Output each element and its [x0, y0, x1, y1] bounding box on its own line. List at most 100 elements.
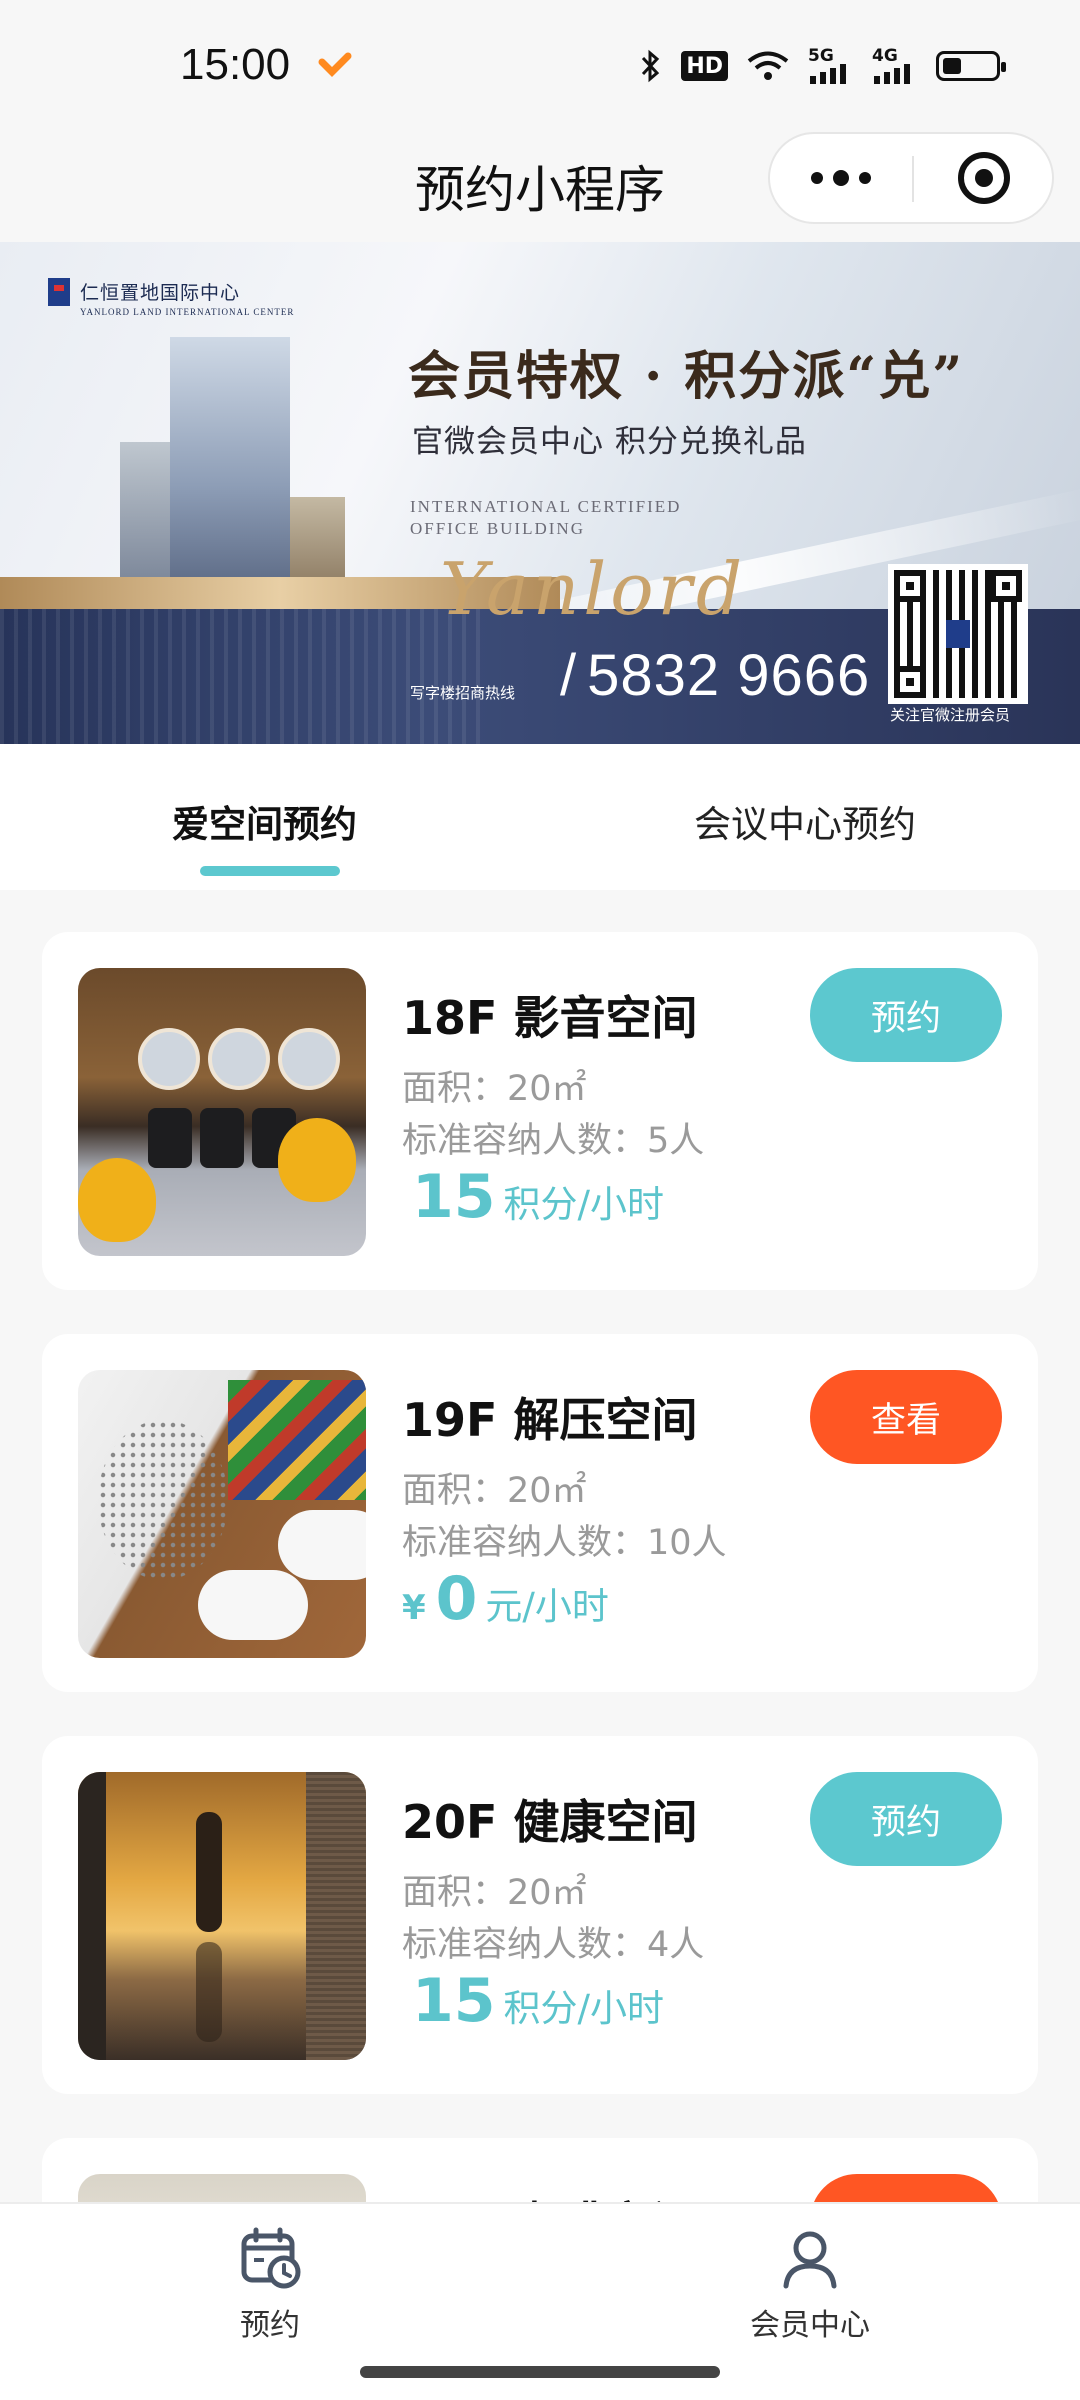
home-indicator[interactable]: [360, 2366, 720, 2378]
view-button[interactable]: [810, 2174, 1002, 2202]
photo-frame-edge: [78, 1772, 106, 2060]
console-grille: [98, 1420, 228, 1580]
4g-label: 4G: [872, 46, 898, 66]
reserve-button[interactable]: 预约: [810, 1772, 1002, 1866]
qr-corner: [894, 666, 926, 698]
banner-tower: [170, 337, 290, 587]
recliner: [200, 1108, 244, 1168]
price-value: 15: [412, 1162, 496, 1232]
space-capacity: 标准容纳人数：5人: [402, 1121, 705, 1161]
space-title: 18F 影音空间: [402, 991, 698, 1045]
4g-signal-icon: 4G: [872, 48, 918, 84]
space-photo: [78, 1772, 366, 2060]
person-icon: [710, 2220, 910, 2296]
game-cases: [228, 1380, 366, 1500]
qr-code: [888, 564, 1028, 704]
brand-logo: 仁恒置地国际中心 YANLORD LAND INTERNATIONAL CENT…: [48, 278, 294, 317]
5g-label: 5G: [808, 46, 834, 66]
banner-headline: 会员特权 · 积分派“兑”: [408, 346, 965, 407]
price-unit: 元/小时: [485, 1585, 609, 1628]
active-tab-indicator: [200, 866, 340, 876]
banner-certified-text: INTERNATIONAL CERTIFIED OFFICE BUILDING: [410, 497, 682, 538]
wall-art: [278, 1028, 340, 1090]
promo-banner[interactable]: 仁恒置地国际中心 YANLORD LAND INTERNATIONAL CENT…: [0, 242, 1080, 744]
tabbar-item-member-center[interactable]: 会员中心: [710, 2220, 910, 2344]
qr-logo: [946, 620, 970, 648]
space-card[interactable]: 18F 影音空间 面积：20㎡ 标准容纳人数：5人 15 积分/小时 预约: [42, 932, 1038, 1290]
dot-icon: [833, 170, 849, 186]
brand-name-en: YANLORD LAND INTERNATIONAL CENTER: [80, 307, 295, 317]
qr-corner: [894, 570, 926, 602]
status-icons: HD 5G 4G: [639, 48, 1006, 84]
tab-love-space[interactable]: 爱空间预约: [172, 794, 357, 848]
5g-signal-icon: 5G: [808, 48, 854, 84]
booking-tabs: 爱空间预约 会议中心预约: [0, 744, 1080, 890]
space-title: 20F 健康空间: [402, 1795, 698, 1849]
tabbar-item-reserve[interactable]: 预约: [170, 2220, 370, 2344]
recliner: [148, 1108, 192, 1168]
mini-program-capsule: [768, 132, 1054, 224]
space-capacity: 标准容纳人数：10人: [402, 1523, 727, 1563]
space-photo: [78, 2174, 366, 2202]
game-controller: [278, 1510, 366, 1580]
tab-meeting-center[interactable]: 会议中心预约: [694, 794, 916, 848]
status-time: 15:00: [180, 40, 291, 89]
space-price: 15 积分/小时: [402, 1162, 664, 1232]
brand-mark-icon: [48, 278, 70, 306]
wall-texture: [306, 1772, 366, 2060]
more-options-button[interactable]: [770, 134, 912, 222]
hd-label: HD: [686, 53, 723, 79]
battery-icon: [936, 51, 1006, 81]
qr-corner: [990, 570, 1022, 602]
status-bar: 15:00 HD 5G 4G: [0, 0, 1080, 132]
space-area: 面积：20㎡: [402, 1471, 587, 1511]
banner-building: [290, 497, 345, 587]
banner-subhead: 官微会员中心 积分兑换礼品: [412, 424, 807, 460]
tabbar-label: 会员中心: [750, 2308, 870, 2343]
bluetooth-icon: [639, 49, 663, 83]
space-title: 21F 咖啡空间: [402, 2188, 697, 2202]
close-mini-program-button[interactable]: [914, 134, 1054, 222]
slash-mark: /: [560, 643, 578, 708]
price-currency: ¥: [402, 1588, 426, 1628]
space-card[interactable]: 21F 咖啡空间: [42, 2138, 1038, 2202]
hotline-number-text: 5832 9666: [587, 643, 871, 708]
space-price: ¥0 元/小时: [402, 1564, 609, 1634]
space-capacity: 标准容纳人数：4人: [402, 1925, 705, 1965]
hd-icon: HD: [681, 51, 728, 81]
price-unit: 积分/小时: [503, 1183, 664, 1226]
space-list: 18F 影音空间 面积：20㎡ 标准容纳人数：5人 15 积分/小时 预约 19F…: [0, 890, 1080, 2202]
tabbar-label: 预约: [240, 2308, 300, 2343]
reserve-button[interactable]: 预约: [810, 968, 1002, 1062]
space-area: 面积：20㎡: [402, 1873, 587, 1913]
hotline-number: /5832 9666: [560, 642, 870, 709]
target-close-icon: [958, 152, 1010, 204]
price-value: 0: [435, 1564, 478, 1634]
banner-script-logo: Yanlord: [440, 547, 747, 631]
space-card[interactable]: 20F 健康空间 面积：20㎡ 标准容纳人数：4人 15 积分/小时 预约: [42, 1736, 1038, 2094]
space-price: 15 积分/小时: [402, 1966, 664, 2036]
price-unit: 积分/小时: [503, 1987, 664, 2030]
banner-stripes: [0, 609, 480, 744]
wifi-icon: [746, 50, 790, 82]
game-controller: [198, 1570, 308, 1640]
space-photo: [78, 968, 366, 1256]
price-value: 15: [412, 1966, 496, 2036]
view-button[interactable]: 查看: [810, 1370, 1002, 1464]
space-card[interactable]: 19F 解压空间 面积：20㎡ 标准容纳人数：10人 ¥0 元/小时 查看: [42, 1334, 1038, 1692]
yoga-reflection: [196, 1942, 222, 2042]
battery-level: [943, 58, 961, 74]
hotline-label: 写字楼招商热线: [410, 684, 516, 702]
beanbag: [278, 1118, 356, 1202]
title-bar: 预约小程序: [0, 132, 1080, 242]
wall-art: [138, 1028, 200, 1090]
space-area: 面积：20㎡: [402, 1069, 587, 1109]
beanbag: [78, 1158, 156, 1242]
yoga-figure: [196, 1812, 222, 1932]
brand-name-cn: 仁恒置地国际中心: [80, 282, 241, 304]
calendar-clock-icon: [170, 2220, 370, 2296]
space-photo: [78, 1370, 366, 1658]
qr-caption: 关注官微注册会员: [890, 706, 1011, 724]
wall-art: [208, 1028, 270, 1090]
dot-icon: [859, 172, 871, 184]
